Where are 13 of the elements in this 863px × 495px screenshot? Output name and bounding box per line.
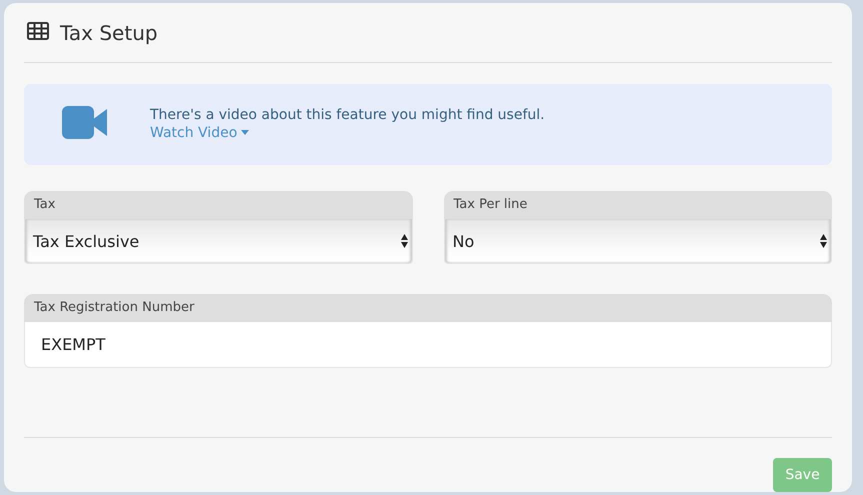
select-dropdown[interactable]: No: [444, 219, 832, 264]
field-label: Tax Registration Number: [24, 294, 832, 322]
field-label: Tax: [24, 191, 412, 219]
notice-message: There's a video about this feature you might find useful.: [150, 106, 545, 122]
sort-arrows-icon: [400, 234, 408, 248]
caret-icon: [241, 130, 250, 135]
table-icon: [27, 22, 49, 40]
select-dropdown[interactable]: Tax Exclusive: [24, 219, 412, 264]
input-field[interactable]: EXEMPT: [24, 322, 832, 368]
panel-title: Tax Setup: [60, 20, 158, 44]
video-camera-icon: [62, 106, 108, 139]
sort-arrows-icon: [820, 234, 827, 248]
field-label: Tax Per line: [444, 191, 832, 219]
